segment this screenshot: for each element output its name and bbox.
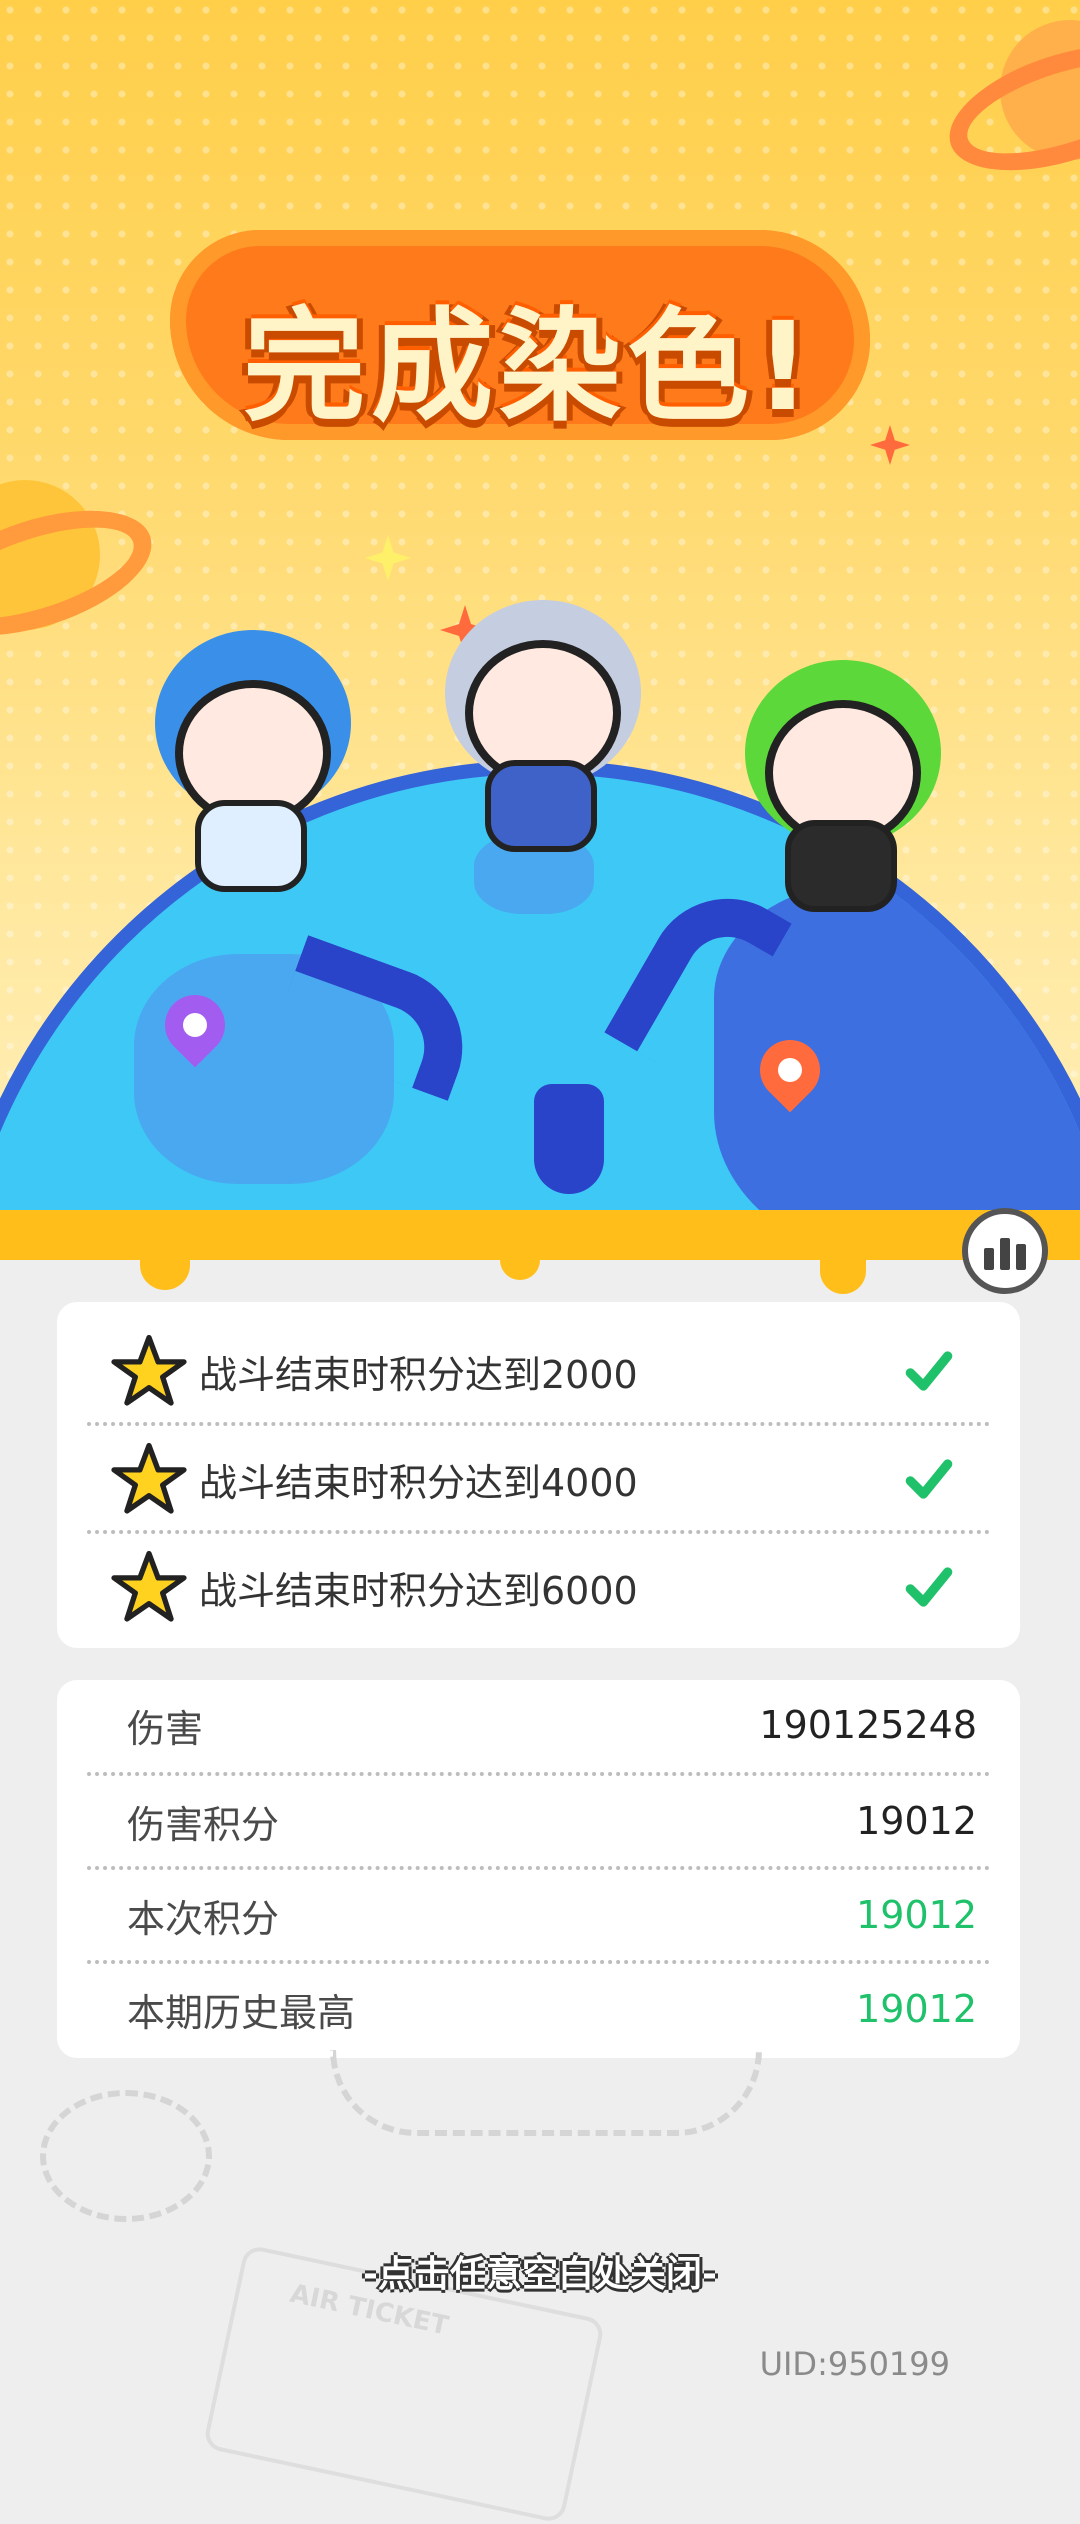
ranking-icon [1000, 1238, 1010, 1270]
stat-row-current-score: 本次积分 19012 [127, 1870, 977, 1960]
stat-label: 本次积分 [127, 1896, 280, 1941]
stat-row-best-score: 本期历史最高 19012 [127, 1964, 977, 2054]
star-icon [111, 1442, 187, 1514]
stats-card: 伤害 190125248 伤害积分 19012 本次积分 19012 本期历史最… [57, 1680, 1020, 2058]
decorative-dashed-path [330, 2050, 762, 2136]
check-icon [905, 1459, 953, 1499]
ranking-icon [1016, 1244, 1026, 1270]
result-banner: 完成染色! [0, 0, 1080, 1250]
ranking-icon [984, 1248, 994, 1270]
task-list-card: 战斗结束时积分达到2000 战斗结束时积分达到4000 战斗结束时积分达到600… [57, 1302, 1020, 1648]
ranking-button[interactable] [962, 1208, 1048, 1294]
close-hint[interactable]: -点击任意空白处关闭- [0, 2245, 1080, 2297]
stat-label: 伤害积分 [127, 1802, 280, 1847]
task-label: 战斗结束时积分达到2000 [199, 1352, 638, 1397]
stat-label: 伤害 [127, 1706, 204, 1751]
paint-drop [820, 1250, 866, 1294]
stat-label: 本期历史最高 [127, 1990, 356, 2035]
check-icon [905, 1567, 953, 1607]
character-green-hair [730, 680, 940, 912]
stat-value: 190125248 [759, 1703, 977, 1747]
decorative-dashed-path [40, 2090, 212, 2222]
stat-value: 19012 [856, 1893, 977, 1937]
check-icon [905, 1351, 953, 1391]
paint-drop [500, 1250, 540, 1280]
user-id-label: UID:950199 [759, 2345, 950, 2383]
stat-row-damage: 伤害 190125248 [127, 1680, 977, 1770]
task-row: 战斗结束时积分达到4000 [111, 1426, 957, 1532]
star-icon [111, 1550, 187, 1622]
page-title: 完成染色! [243, 296, 817, 438]
task-row: 战斗结束时积分达到6000 [111, 1534, 957, 1640]
stat-value: 19012 [856, 1799, 977, 1843]
paint-drop [140, 1250, 190, 1290]
task-row: 战斗结束时积分达到2000 [111, 1318, 957, 1424]
sparkle-icon [365, 535, 411, 581]
character-blue-hair [140, 660, 350, 892]
task-label: 战斗结束时积分达到4000 [199, 1460, 638, 1505]
globe-mouth [534, 1084, 604, 1194]
character-silver-hair [430, 620, 640, 852]
stat-row-damage-score: 伤害积分 19012 [127, 1776, 977, 1866]
stat-value: 19012 [856, 1987, 977, 2031]
task-label: 战斗结束时积分达到6000 [199, 1568, 638, 1613]
star-icon [111, 1334, 187, 1406]
